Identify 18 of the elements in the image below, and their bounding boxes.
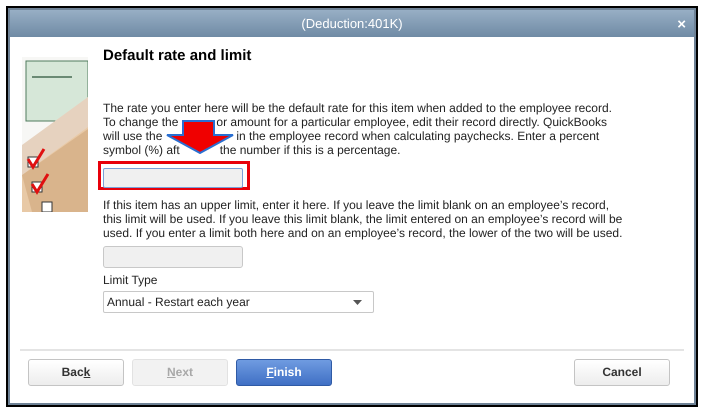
description-text: or amount for a particular employee, edit their record directly. QuickBooks	[216, 115, 608, 129]
limit-field[interactable]	[103, 246, 243, 268]
rate-field[interactable]	[103, 168, 243, 188]
dropdown-caret-icon	[353, 300, 362, 304]
description-text: in the employee record when calculating paychecks. Enter a percent	[236, 129, 600, 143]
limit-type-dropdown[interactable]: Annual - Restart each year	[103, 291, 374, 313]
description-text: To change the	[103, 115, 178, 129]
dialog-button[interactable]: Cancel	[574, 358, 670, 386]
description-text: The rate you enter here will be the default rate for this item when added to the employee record.	[103, 101, 612, 115]
description-text: symbol (%) aft	[103, 143, 180, 157]
dialog-button[interactable]: Back	[28, 358, 124, 386]
limit-description: If this item has an upper limit, enter it here. If you leave the limit blank on an employee’s record, this limit will be used. If you leave this limit blank, the limit entered on an employee’s record will be used. If you enter a limit both here and on an employee’s record, the lower of the two will be used.	[103, 198, 624, 240]
window-title: (Deduction:401K)	[301, 14, 403, 33]
description-text: the number if this is a percentage.	[220, 143, 400, 157]
limit-type-label: Limit Type	[103, 273, 158, 287]
finish-button[interactable]: Finish	[236, 358, 332, 386]
dialog-heading: Default rate and limit	[103, 47, 252, 65]
description-text: will use the	[103, 129, 162, 143]
